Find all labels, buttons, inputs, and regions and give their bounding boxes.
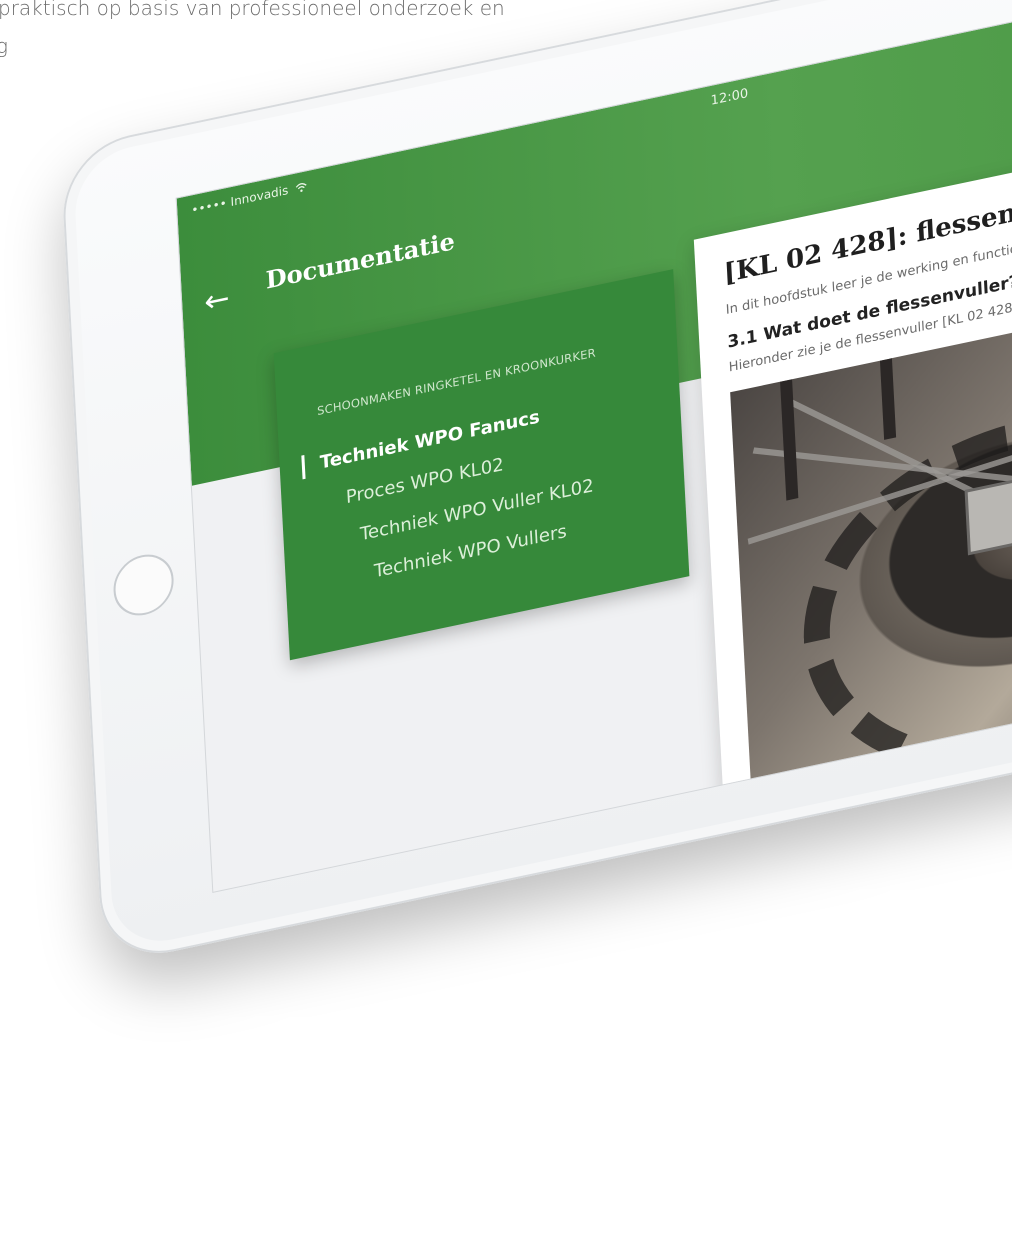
tablet-device: ••••• Innovadis 12:00 ← Documentatie SCH…: [60, 0, 1012, 967]
nav-list: Techniek WPO Fanucs Proces WPO KL02 Tech…: [301, 387, 597, 602]
wifi-icon: [295, 183, 307, 192]
clock: 12:00: [710, 86, 749, 109]
screen-title: Documentatie: [265, 226, 456, 295]
home-button[interactable]: [112, 548, 176, 622]
active-indicator: [301, 454, 306, 480]
tablet-screen: ••••• Innovadis 12:00 ← Documentatie SCH…: [175, 0, 1012, 893]
back-arrow-icon[interactable]: ←: [204, 281, 231, 321]
carrier-text: ••••• Innovadis: [191, 183, 289, 218]
document-content: [KL 02 428]: flessenvuller In dit hoofds…: [693, 130, 1012, 834]
photo-post: [879, 358, 897, 440]
marketing-line-1: praktisch op basis van professioneel ond…: [0, 0, 505, 20]
marketing-line-2: g: [0, 34, 9, 58]
status-bar: ••••• Innovadis 12:00: [191, 0, 1012, 221]
photo-ring-conveyor: [794, 369, 1012, 789]
photo-post: [780, 379, 799, 501]
carrier-label: ••••• Innovadis: [191, 179, 307, 217]
